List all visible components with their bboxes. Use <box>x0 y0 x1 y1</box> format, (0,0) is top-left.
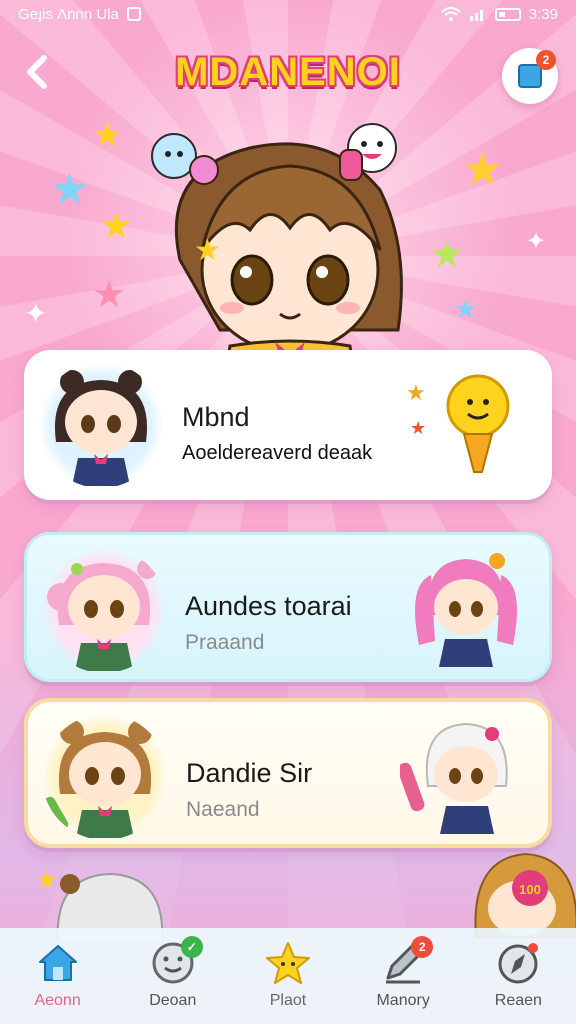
tab-social[interactable]: ✓ Deoan <box>121 936 225 1010</box>
svg-text:★: ★ <box>410 418 426 438</box>
svg-text:★: ★ <box>194 234 221 267</box>
peek-character-right: 100 <box>474 852 576 938</box>
tab-label: Manory <box>376 992 430 1009</box>
tab-star[interactable]: Plaot <box>236 940 340 1010</box>
chibi-girl-pink-hair-avatar <box>41 547 167 673</box>
sparkle-star-icon: ★ <box>454 294 478 324</box>
sparkle-star-icon: ★ <box>92 274 127 316</box>
app-title: MDANENOI <box>175 50 401 94</box>
tab-label: Plaot <box>269 992 307 1009</box>
sparkle-star-icon: ★ <box>100 205 133 246</box>
sim-icon <box>126 7 141 21</box>
bottom-tab-bar: Aeonn ✓ Deoan Plaot 2 Manory Reaen <box>0 928 576 1024</box>
status-right: 3:39 <box>441 6 558 23</box>
tab-region[interactable]: Reaen <box>466 940 570 1010</box>
character-name: Mbnd <box>182 402 250 432</box>
status-bar: Geɟis Ʌnnn Ula 3:39 <box>0 0 576 28</box>
tab-memory[interactable]: 2 Manory <box>351 936 455 1010</box>
character-card[interactable]: Dandie Sir Naeand <box>24 698 552 848</box>
status-time: 3:39 <box>528 5 558 23</box>
signal-icon <box>469 10 483 21</box>
star-icon <box>265 942 310 984</box>
sparkle-star-icon: ★ <box>462 143 504 195</box>
sparkle-star-icon: ✦ <box>526 228 547 255</box>
chibi-girl-white-hair-icon <box>400 722 508 834</box>
message-box-icon <box>518 64 542 88</box>
character-name: Dandie Sir <box>186 758 313 788</box>
chibi-girl-dark-hair-avatar <box>38 362 164 488</box>
compass-icon <box>498 943 539 984</box>
messages-button[interactable]: 2 <box>502 48 558 104</box>
character-subtitle: Naeand <box>186 798 260 821</box>
wifi-icon <box>441 7 461 21</box>
tab-label: Aeonn <box>34 992 81 1009</box>
character-card[interactable]: Aundes toarai Praaand <box>24 532 552 682</box>
sparkle-star-icon: ★ <box>50 165 90 214</box>
battery-icon <box>494 7 521 21</box>
tab-label: Reaen <box>494 992 542 1009</box>
chibi-girl-pink-twintails-icon <box>415 553 517 667</box>
svg-text:★: ★ <box>40 867 58 894</box>
sparkle-star-icon: ✦ <box>24 298 48 329</box>
tab-badge-check: ✓ <box>180 936 203 958</box>
carrier-text: Geɟis Ʌnnn Ula <box>18 5 119 23</box>
home-icon <box>38 945 77 981</box>
status-left: Geɟis Ʌnnn Ula <box>18 6 141 23</box>
character-subtitle: Aoeldereaverd deaak <box>182 442 373 464</box>
tab-badge-count: 2 <box>411 936 434 958</box>
smiling-torch-mascot-icon: ★ ★ <box>406 374 510 473</box>
messages-badge: 2 <box>536 50 556 70</box>
character-card[interactable]: Mbnd Aoeldereaverd deaak ★ ★ <box>24 350 552 500</box>
header: MDANENOI 2 <box>0 40 576 110</box>
sparkle-star-icon: ★ <box>92 116 123 154</box>
character-subtitle: Praaand <box>185 631 265 654</box>
tab-home[interactable]: Aeonn <box>6 940 110 1010</box>
chibi-girl-brown-hair-avatar <box>42 714 168 840</box>
character-list: Mbnd Aoeldereaverd deaak ★ ★ Aundes toar… <box>24 350 552 860</box>
peek-badge: 100 <box>519 882 541 897</box>
character-name: Aundes toarai <box>185 591 352 621</box>
tab-label: Deoan <box>149 992 197 1009</box>
svg-text:★: ★ <box>406 380 426 405</box>
